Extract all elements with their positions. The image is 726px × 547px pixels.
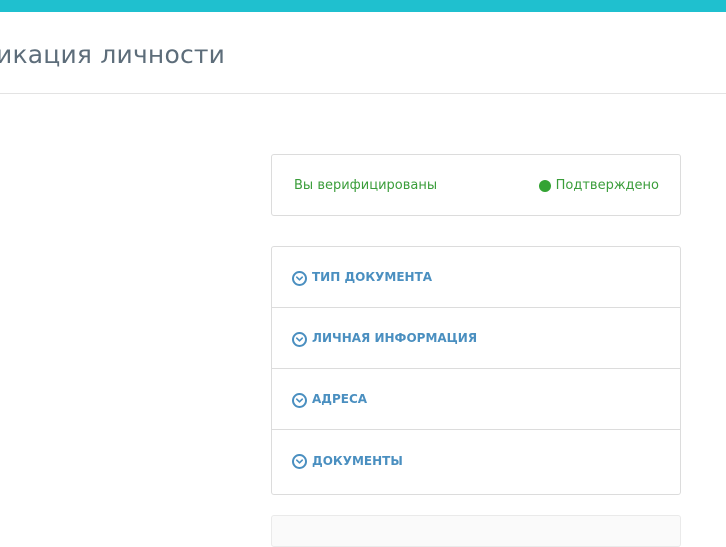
accordion-item-personal-info[interactable]: ЛИЧНАЯ ИНФОРМАЦИЯ xyxy=(272,308,680,369)
chevron-down-circle-icon xyxy=(292,270,307,286)
page-title: икация личности xyxy=(0,40,226,69)
accordion-item-addresses[interactable]: АДРЕСА xyxy=(272,369,680,430)
status-badge: Подтверждено xyxy=(538,178,659,193)
chevron-down-circle-icon xyxy=(292,392,307,408)
accordion-item-documents[interactable]: ДОКУМЕНТЫ xyxy=(272,430,680,491)
verification-accordion: ТИП ДОКУМЕНТА ЛИЧНАЯ ИНФОРМАЦИЯ АДРЕСА Д… xyxy=(271,246,681,495)
chevron-down-circle-icon xyxy=(292,331,307,347)
accordion-item-label: ТИП ДОКУМЕНТА xyxy=(312,270,433,284)
bottom-card xyxy=(271,515,681,547)
top-accent-bar xyxy=(0,0,726,12)
accordion-item-label: ЛИЧНАЯ ИНФОРМАЦИЯ xyxy=(312,331,478,345)
status-dot-icon xyxy=(538,179,551,192)
accordion-item-document-type[interactable]: ТИП ДОКУМЕНТА xyxy=(272,247,680,308)
verification-message: Вы верифицированы xyxy=(294,178,438,193)
title-divider xyxy=(0,93,726,94)
status-label: Подтверждено xyxy=(555,178,659,193)
chevron-down-circle-icon xyxy=(292,454,307,469)
accordion-item-label: АДРЕСА xyxy=(312,392,368,406)
verification-status-card: Вы верифицированы Подтверждено xyxy=(271,154,681,216)
accordion-item-label: ДОКУМЕНТЫ xyxy=(312,453,403,468)
